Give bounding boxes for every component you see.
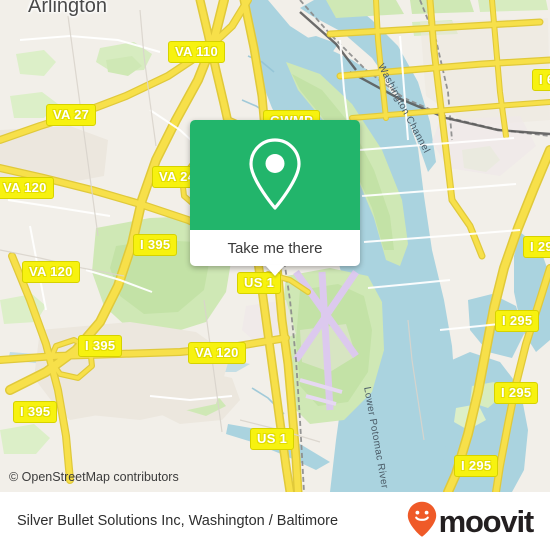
location-callout-popup[interactable]: Take me there bbox=[190, 120, 360, 276]
road-shield-i-395-c[interactable]: I 395 bbox=[13, 401, 58, 423]
callout-pin-panel bbox=[190, 120, 360, 230]
osm-attribution[interactable]: © OpenStreetMap contributors bbox=[9, 470, 179, 484]
road-shield-i-395-b[interactable]: I 395 bbox=[78, 335, 123, 357]
road-shield-va-27[interactable]: VA 27 bbox=[46, 104, 97, 126]
callout-action-panel[interactable]: Take me there bbox=[190, 230, 360, 276]
place-label-arlington: Arlington bbox=[28, 0, 107, 17]
moovit-smiley-pin-icon bbox=[407, 501, 437, 542]
take-me-there-label: Take me there bbox=[227, 239, 323, 257]
moovit-location-map-card: Arlington Washington Channel Lower Potom… bbox=[0, 0, 550, 550]
road-shield-i-295-d[interactable]: I 295 bbox=[454, 455, 499, 477]
moovit-wordmark: moovit bbox=[438, 503, 535, 539]
moovit-logo[interactable]: moovit bbox=[407, 501, 535, 542]
bottom-info-bar: Silver Bullet Solutions Inc, Washington … bbox=[0, 492, 550, 550]
road-shield-i-295-c[interactable]: I 295 bbox=[494, 382, 539, 404]
map-canvas[interactable]: Arlington Washington Channel Lower Potom… bbox=[0, 0, 550, 492]
road-shield-us-1-b[interactable]: US 1 bbox=[250, 428, 295, 450]
road-shield-va-120-b[interactable]: VA 120 bbox=[22, 261, 80, 283]
callout-pointer-tail bbox=[265, 265, 285, 276]
road-shield-i-295-a[interactable]: I 295 bbox=[523, 236, 550, 258]
location-title: Silver Bullet Solutions Inc, Washington … bbox=[17, 513, 339, 529]
road-shield-va-110[interactable]: VA 110 bbox=[168, 41, 225, 63]
map-pin-icon bbox=[244, 135, 306, 215]
road-shield-va-120-c[interactable]: VA 120 bbox=[188, 342, 246, 364]
road-shield-va-120-a[interactable]: VA 120 bbox=[0, 177, 54, 199]
road-shield-i-395-a[interactable]: I 395 bbox=[133, 234, 178, 256]
road-shield-i-695[interactable]: I 6 bbox=[532, 69, 550, 91]
road-shield-i-295-b[interactable]: I 295 bbox=[495, 310, 540, 332]
